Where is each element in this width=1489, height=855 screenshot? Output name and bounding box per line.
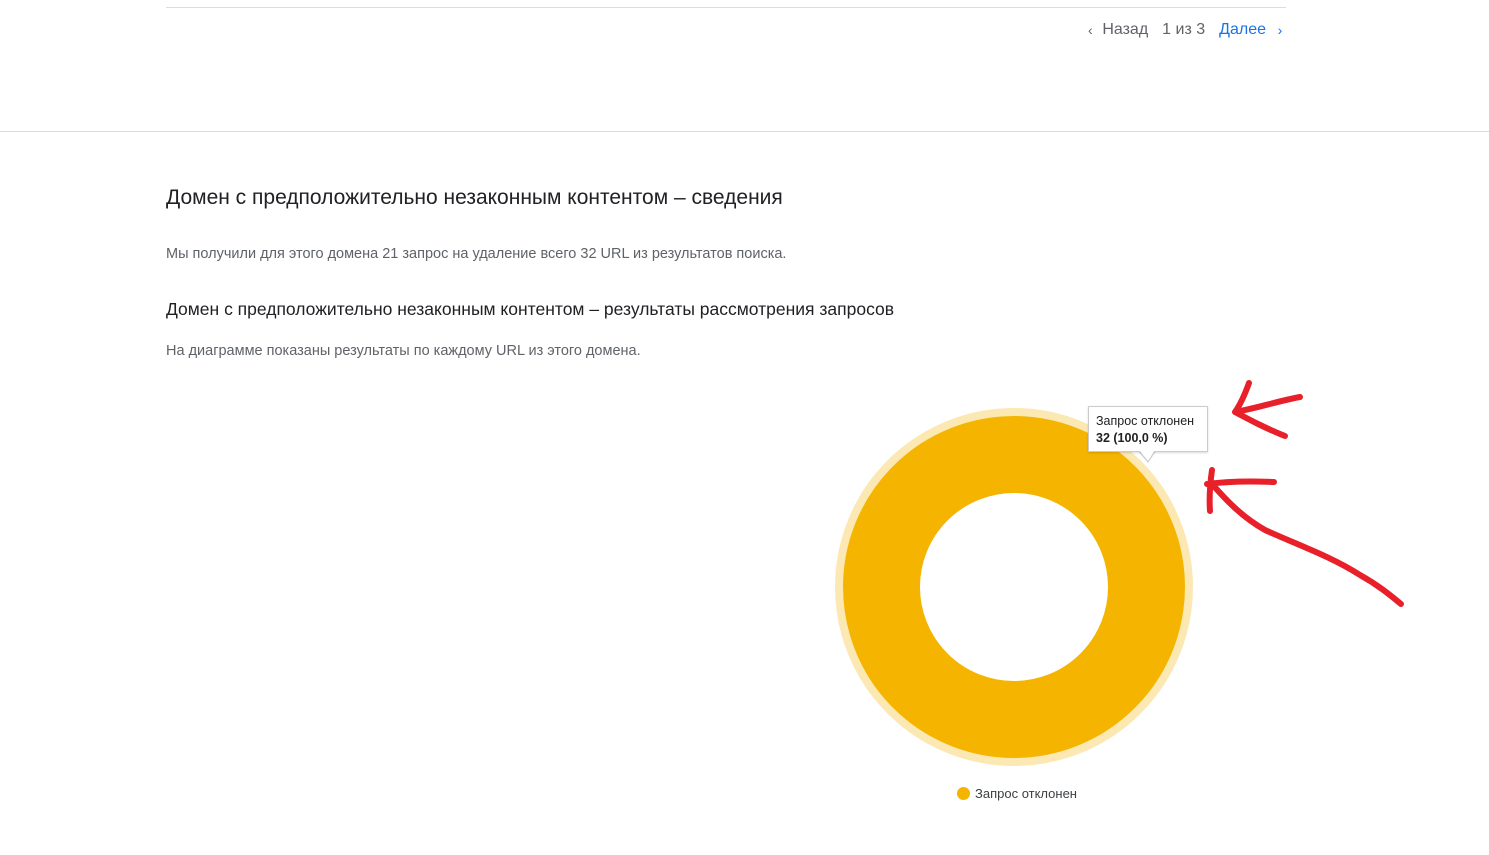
section-divider [0, 131, 1489, 132]
chevron-left-icon: ‹ [1087, 22, 1093, 38]
section-title: Домен с предположительно незаконным конт… [166, 186, 783, 209]
prev-page-button[interactable]: ‹ Назад [1084, 21, 1148, 39]
donut-slice[interactable] [843, 416, 1185, 758]
tooltip-label: Запрос отклонен [1096, 414, 1195, 428]
legend-label: Запрос отклонен [975, 786, 1077, 801]
results-description: На диаграмме показаны результаты по кажд… [166, 343, 641, 359]
tooltip-value: 32 (100,0 %) [1096, 431, 1168, 445]
next-page-label: Далее [1219, 21, 1266, 38]
arrow-upper-icon [1232, 380, 1303, 439]
results-title: Домен с предположительно незаконным конт… [166, 299, 895, 319]
page-status: 1 из 3 [1162, 21, 1206, 38]
next-page-button[interactable]: Далее › [1219, 21, 1286, 39]
chevron-right-icon: › [1277, 22, 1283, 38]
top-divider [166, 7, 1286, 8]
prev-page-label: Назад [1102, 21, 1149, 38]
section-summary: Мы получили для этого домена 21 запрос н… [166, 246, 787, 262]
red-arrow-annotations [1204, 380, 1404, 607]
chart-tooltip: Запрос отклонен 32 (100,0 %) [1088, 406, 1208, 452]
arrow-lower-icon [1204, 467, 1404, 607]
tooltip-tail-inner [1139, 450, 1155, 461]
pagination: ‹ Назад 1 из 3 Далее › [1084, 19, 1286, 41]
legend-swatch [957, 787, 970, 800]
chart-legend[interactable]: Запрос отклонен [957, 786, 1077, 801]
